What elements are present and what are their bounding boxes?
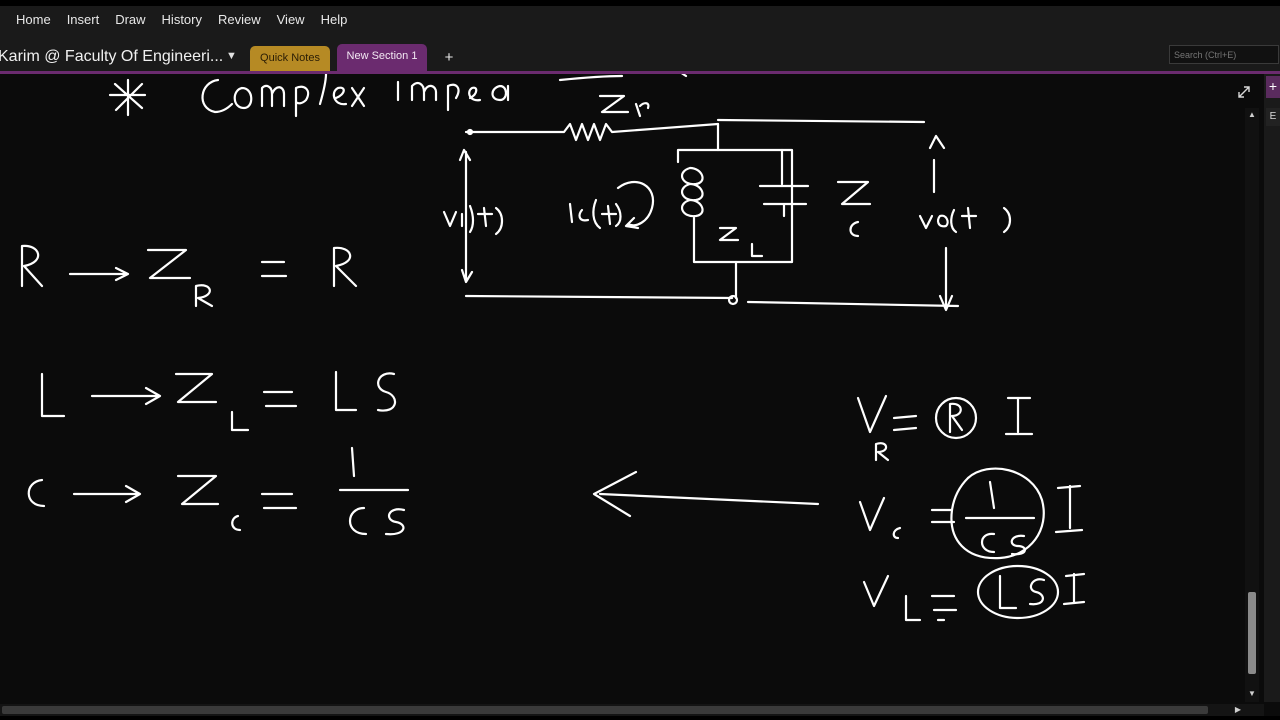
tab-view[interactable]: View — [269, 6, 313, 34]
tab-history[interactable]: History — [154, 6, 210, 34]
vertical-scrollbar-thumb[interactable] — [1248, 592, 1256, 674]
tab-new-section-1[interactable]: New Section 1 — [337, 44, 427, 71]
tab-insert[interactable]: Insert — [59, 6, 108, 34]
notebook-bar: Karim @ Faculty Of Engineeri... ▼ Quick … — [0, 34, 1280, 72]
page-list-item[interactable]: E — [1266, 108, 1280, 126]
scroll-right-icon[interactable]: ▶ — [1231, 705, 1245, 714]
horizontal-scrollbar-thumb[interactable] — [2, 706, 1208, 714]
chevron-down-icon[interactable]: ▼ — [226, 50, 237, 62]
add-section-button[interactable]: + — [440, 49, 458, 67]
window-bottom-edge — [0, 716, 1280, 720]
handwritten-ink-strokes — [20, 74, 1086, 622]
expand-icon[interactable] — [1236, 84, 1252, 100]
search-input[interactable] — [1169, 45, 1279, 64]
scroll-down-icon[interactable]: ▼ — [1245, 689, 1259, 698]
tab-draw[interactable]: Draw — [107, 6, 153, 34]
note-canvas[interactable] — [0, 74, 1258, 702]
tab-review[interactable]: Review — [210, 6, 269, 34]
add-page-button[interactable]: + — [1266, 76, 1280, 98]
tab-help[interactable]: Help — [313, 6, 356, 34]
ribbon-tabs: Home Insert Draw History Review View Hel… — [0, 6, 1280, 34]
scroll-up-icon[interactable]: ▲ — [1245, 110, 1259, 119]
tab-quick-notes[interactable]: Quick Notes — [250, 46, 330, 71]
tab-home[interactable]: Home — [8, 6, 59, 34]
notebook-name[interactable]: Karim @ Faculty Of Engineeri... — [0, 48, 223, 66]
page-list-panel — [1264, 74, 1280, 702]
